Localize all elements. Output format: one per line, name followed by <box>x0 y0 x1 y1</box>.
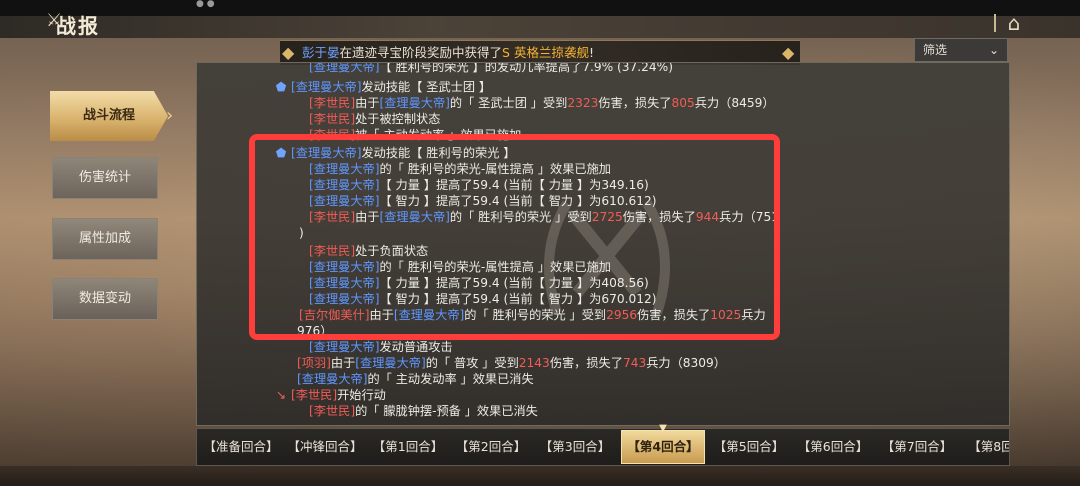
filter-dropdown[interactable]: 筛选 ⌄ <box>914 38 1008 62</box>
log-segment: [查理曼大帝] <box>309 340 380 354</box>
log-line: [项羽]由于[查理曼大帝]的「 普攻 」受到2143伤害，损失了743兵力（83… <box>297 355 726 371</box>
log-segment: 兵力（8309） <box>646 356 726 370</box>
log-line: [查理曼大帝]的「 主动发动率 」效果已消失 <box>297 371 534 387</box>
divider <box>994 14 996 32</box>
log-line: ⬟ [查理曼大帝]发动技能【 圣武士团 】 <box>275 79 491 95</box>
tab-round-1[interactable]: 【冲锋回合】 <box>285 433 365 461</box>
home-icon[interactable]: ⌂ <box>1000 12 1028 34</box>
log-segment: 【 胜利号的荣光 】的发动几率提高了7.9% (37.24%) <box>379 62 674 74</box>
shield-icon: ⬟ <box>275 80 287 94</box>
tab-round-4[interactable]: 【第3回合】 <box>535 433 615 461</box>
log-segment: 伤害，损失了 <box>598 96 672 110</box>
log-segment: [李世民] <box>309 404 356 418</box>
log-segment: 处于被控制状态 <box>355 112 441 126</box>
round-tabs: 【准备回合】 【冲锋回合】 【第1回合】 【第2回合】 【第3回合】 【第4回合】 【第5回… <box>196 428 1010 466</box>
tab-round-0[interactable]: 【准备回合】 <box>201 433 281 461</box>
tab-round-3[interactable]: 【第2回合】 <box>451 433 531 461</box>
log-segment: 的「 朦胧钟摆-预备 」效果已消失 <box>355 404 538 418</box>
log-segment: [查理曼大帝] <box>309 62 380 74</box>
log-line: ↘ [李世民]开始行动 <box>275 387 386 403</box>
nav-damage-stats[interactable]: 伤害统计 <box>52 157 158 199</box>
log-segment: 开始行动 <box>337 388 386 402</box>
log-segment: 2323 <box>567 96 599 110</box>
title-bar <box>0 16 1080 38</box>
log-segment: 由于 <box>330 356 356 370</box>
left-ornament-icon: ◆ <box>282 43 295 62</box>
log-segment: 743 <box>622 356 647 370</box>
log-segment: [查理曼大帝] <box>355 356 426 370</box>
bottom-strip <box>0 466 1080 486</box>
log-segment: 由于 <box>355 96 380 110</box>
tab-round-8[interactable]: 【第7回合】 <box>877 433 957 461</box>
log-segment: [李世民] <box>291 388 338 402</box>
log-line: [查理曼大帝]发动普通攻击 <box>309 339 453 355</box>
nav-active-arrow-icon: › <box>166 105 174 126</box>
nav-data-changes[interactable]: 数据变动 <box>52 278 158 320</box>
tab-round-9[interactable]: 【第8回 <box>961 433 1009 461</box>
log-segment: 的「 普攻 」受到 <box>425 356 519 370</box>
highlight-box <box>249 134 780 340</box>
log-segment: [查理曼大帝] <box>297 372 368 386</box>
log-line: [李世民]的「 朦胧钟摆-预备 」效果已消失 <box>309 403 538 419</box>
log-segment: 的「 主动发动率 」效果已消失 <box>367 372 534 386</box>
log-line: [李世民]由于[查理曼大帝]的「 圣武士团 」受到2323伤害，损失了805兵力… <box>309 95 775 111</box>
log-segment: [李世民] <box>309 96 356 110</box>
nav-battle-flow[interactable]: 战斗流程 <box>50 91 168 141</box>
log-line: [查理曼大帝]【 胜利号的荣光 】的发动几率提高了7.9% (37.24%) <box>309 62 674 75</box>
log-segment: 发动技能【 圣武士团 】 <box>361 80 492 94</box>
page-title: 战报 <box>56 14 100 38</box>
log-segment: 兵力（8459） <box>694 96 775 110</box>
log-segment: 805 <box>671 96 695 110</box>
chevron-down-icon: ⌄ <box>989 43 1000 57</box>
announcement-suffix: ! <box>588 45 594 60</box>
tab-round-2[interactable]: 【第1回合】 <box>369 433 447 461</box>
announcement-body: 在遗迹寻宝阶段奖励中获得了 <box>339 45 503 60</box>
log-segment: [查理曼大帝] <box>291 80 362 94</box>
tab-round-7[interactable]: 【第6回合】 <box>793 433 873 461</box>
log-segment: 发动普通攻击 <box>379 340 453 354</box>
status-dots: ● ● <box>196 0 215 9</box>
right-ornament-icon: ◆ <box>782 43 795 62</box>
sword-icon: ↘ <box>275 388 287 402</box>
log-segment: 的「 圣武士团 」受到 <box>449 96 568 110</box>
tab-round-6[interactable]: 【第5回合】 <box>709 433 789 461</box>
log-segment: [李世民] <box>309 112 356 126</box>
tab-round-5[interactable]: 【第4回合】 <box>621 430 705 464</box>
log-segment: [查理曼大帝] <box>379 96 450 110</box>
log-segment: 伤害，损失了 <box>549 356 623 370</box>
nav-attribute-bonus[interactable]: 属性加成 <box>52 218 158 260</box>
log-segment: 2143 <box>518 356 550 370</box>
announcement-prize: S 英格兰掠袭舰 <box>502 45 589 60</box>
announcement-player: 彭于晏 <box>302 45 340 60</box>
log-segment: [项羽] <box>297 356 331 370</box>
status-bar: ● ● <box>0 0 1080 16</box>
selected-round-marker-icon: ▼ <box>659 423 667 434</box>
filter-label: 筛选 <box>923 43 948 57</box>
log-line: [李世民]处于被控制状态 <box>309 111 440 127</box>
